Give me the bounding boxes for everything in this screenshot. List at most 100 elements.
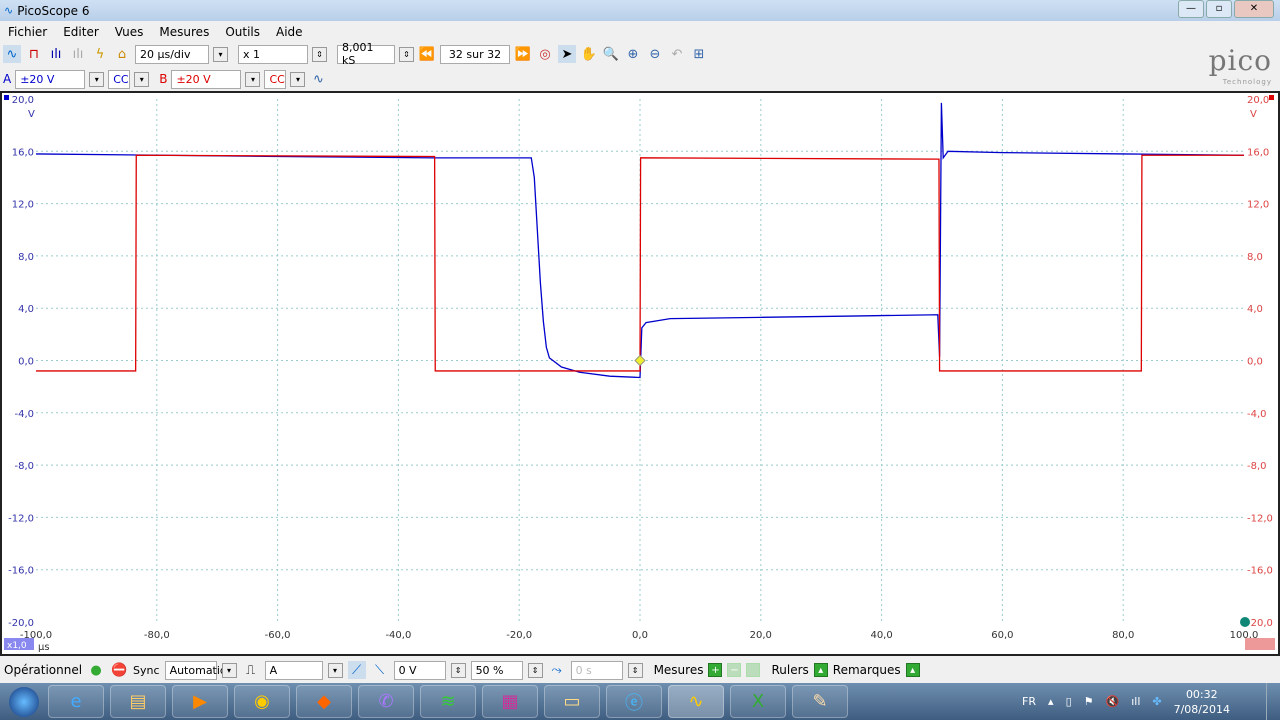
scope-plot[interactable]: -100,0 -80,0 -60,0 -40,0 -20,0 0,0 20,0 40,0 60,… xyxy=(2,93,1278,654)
action-center-flag-icon[interactable]: ⚑ xyxy=(1084,695,1094,708)
edit-measure-button[interactable] xyxy=(746,663,761,677)
spinner-icon[interactable]: ⇕ xyxy=(527,662,543,678)
zoom-overview-icon[interactable]: ⊞ xyxy=(690,45,708,63)
spinner-icon[interactable]: ⇕ xyxy=(399,46,414,62)
x-tick-label: -80,0 xyxy=(144,630,170,641)
trigger-level-input[interactable]: 0 V xyxy=(393,660,446,680)
channel-options-icon[interactable]: ∿ xyxy=(309,70,327,88)
minimize-button[interactable]: — xyxy=(1178,0,1204,18)
channel-a-label[interactable]: A xyxy=(3,72,11,86)
home-icon[interactable]: ⌂ xyxy=(113,45,131,63)
channel-b-label[interactable]: B xyxy=(159,72,167,86)
channel-b-range[interactable]: ±20 V xyxy=(171,69,242,89)
start-icon[interactable]: ● xyxy=(87,661,105,679)
taskbar-spotify-icon[interactable]: ≋ xyxy=(420,685,476,718)
taskbar-chrome-icon[interactable]: ◉ xyxy=(234,685,290,718)
maximize-button[interactable]: ▫ xyxy=(1206,0,1232,18)
hand-tool-icon[interactable]: ✋ xyxy=(580,45,598,63)
persistence-mode-icon[interactable]: ⊓ xyxy=(25,45,43,63)
close-button[interactable]: ✕ xyxy=(1234,0,1274,18)
spinner-icon[interactable]: ⇕ xyxy=(312,46,327,62)
rulers-button[interactable]: ▴ xyxy=(813,663,828,677)
spectrum-disabled-icon: ılı xyxy=(72,46,84,62)
pointer-tool-icon[interactable]: ➤ xyxy=(558,45,576,63)
trigger-delay-input[interactable]: 0 s xyxy=(570,660,623,680)
system-tray: FR ▴ ▯ ⚑ 🔇 ıll ✤ 00:32 7/08/2014 xyxy=(1022,683,1230,720)
taskbar-folder-icon[interactable]: ▭ xyxy=(544,685,600,718)
chevron-down-icon[interactable]: ▾ xyxy=(221,662,237,678)
remove-measure-button[interactable]: − xyxy=(727,663,742,677)
network-app-icon[interactable]: ✤ xyxy=(1152,695,1161,708)
scope-view[interactable]: -100,0 -80,0 -60,0 -40,0 -20,0 0,0 20,0 40,0 60,… xyxy=(0,91,1280,656)
menu-fichier[interactable]: Fichier xyxy=(8,25,47,39)
taskbar-winrar-icon[interactable]: ▦ xyxy=(482,685,538,718)
taskbar-app-icon[interactable]: ◆ xyxy=(296,685,352,718)
zoom-out-icon[interactable]: ⊖ xyxy=(646,45,664,63)
taskbar-viber-icon[interactable]: ✆ xyxy=(358,685,414,718)
channel-a-coupling[interactable]: CC xyxy=(108,69,131,89)
taskbar-e2-icon[interactable]: ⓔ xyxy=(606,685,662,718)
samples-input[interactable]: 8,001 kS xyxy=(337,41,395,67)
chevron-down-icon[interactable]: ▾ xyxy=(245,71,261,87)
battery-icon[interactable]: ▯ xyxy=(1066,695,1072,708)
spinner-icon[interactable]: ⇕ xyxy=(450,662,466,678)
undo-zoom-icon[interactable]: ↶ xyxy=(668,45,686,63)
signal-generator-icon[interactable]: ϟ xyxy=(91,45,109,63)
y-tick-label-left: 4,0 xyxy=(18,304,34,315)
chevron-down-icon[interactable]: ▾ xyxy=(89,71,105,87)
taskbar-media-player-icon[interactable]: ▶ xyxy=(172,685,228,718)
rulers-label: Rulers xyxy=(771,663,809,677)
chevron-down-icon[interactable]: ▾ xyxy=(327,662,343,678)
taskbar-picoscope-icon[interactable]: ∿ xyxy=(668,685,724,718)
menu-editer[interactable]: Editer xyxy=(63,25,99,39)
chevron-down-icon[interactable]: ▾ xyxy=(213,46,228,62)
zoom-area-icon[interactable]: 🔍 xyxy=(602,45,620,63)
trigger-type-icon[interactable]: ⎍ xyxy=(242,661,260,679)
pretrigger-input[interactable]: 50 % xyxy=(470,660,523,680)
menu-mesures[interactable]: Mesures xyxy=(159,25,209,39)
taskbar-paint-icon[interactable]: ✎ xyxy=(792,685,848,718)
add-measure-button[interactable]: + xyxy=(708,663,723,677)
zoom-in-icon[interactable]: ⊕ xyxy=(624,45,642,63)
notes-button[interactable]: ▴ xyxy=(905,663,920,677)
volume-muted-icon[interactable]: 🔇 xyxy=(1106,695,1120,708)
chevron-down-icon[interactable]: ▾ xyxy=(290,71,306,87)
menu-vues[interactable]: Vues xyxy=(115,25,144,39)
channel-a-range[interactable]: ±20 V xyxy=(15,69,86,89)
y-tick-label-right: 8,0 xyxy=(1247,252,1263,263)
scope-mode-icon[interactable]: ∿ xyxy=(3,45,21,63)
buffer-navigator[interactable]: 32 sur 32 xyxy=(440,44,510,64)
compass-icon[interactable]: ◎ xyxy=(536,45,554,63)
falling-edge-icon[interactable]: ⟍ xyxy=(371,661,389,679)
stop-icon[interactable]: ⛔ xyxy=(110,661,128,679)
main-toolbar: ∿ ⊓ ılı ılı ϟ ⌂ 20 µs/div ▾ x 1 ⇕ 8,001 kS… xyxy=(0,41,708,67)
channel-b-coupling[interactable]: CC xyxy=(264,69,287,89)
rising-edge-icon[interactable]: ⟋ xyxy=(347,661,366,679)
start-button[interactable] xyxy=(0,683,48,720)
trigger-source-select[interactable]: A xyxy=(264,660,323,680)
network-signal-icon[interactable]: ıll xyxy=(1131,695,1140,708)
zoom-input[interactable]: x 1 xyxy=(238,44,308,64)
show-hidden-icons[interactable]: ▴ xyxy=(1048,695,1054,708)
x-axis-unit: µs xyxy=(38,642,50,653)
spinner-icon[interactable]: ⇕ xyxy=(627,662,643,678)
chevron-down-icon[interactable]: ▾ xyxy=(134,71,150,87)
x-tick-label: 40,0 xyxy=(870,630,892,641)
first-buffer-icon[interactable]: ⏪ xyxy=(418,45,436,63)
taskbar-explorer-icon[interactable]: ▤ xyxy=(110,685,166,718)
next-buffer-icon[interactable]: ⏩ xyxy=(514,45,532,63)
delay-icon[interactable]: ⤳ xyxy=(548,661,566,679)
clock[interactable]: 00:32 7/08/2014 xyxy=(1174,687,1230,717)
show-desktop-button[interactable] xyxy=(1266,683,1280,720)
menu-aide[interactable]: Aide xyxy=(276,25,303,39)
x-tick-label: 20,0 xyxy=(750,630,772,641)
y-tick-label-left: 12,0 xyxy=(12,200,34,211)
spectrum-mode-icon[interactable]: ılı xyxy=(47,45,65,63)
y-tick-label-right: 4,0 xyxy=(1247,304,1263,315)
menu-outils[interactable]: Outils xyxy=(225,25,260,39)
language-indicator[interactable]: FR xyxy=(1022,695,1036,708)
taskbar-internet-explorer-icon[interactable]: e xyxy=(48,685,104,718)
timebase-select[interactable]: 20 µs/div xyxy=(135,44,209,64)
sync-mode-select[interactable]: Automatiq xyxy=(164,660,227,680)
taskbar-excel-icon[interactable]: X xyxy=(730,685,786,718)
